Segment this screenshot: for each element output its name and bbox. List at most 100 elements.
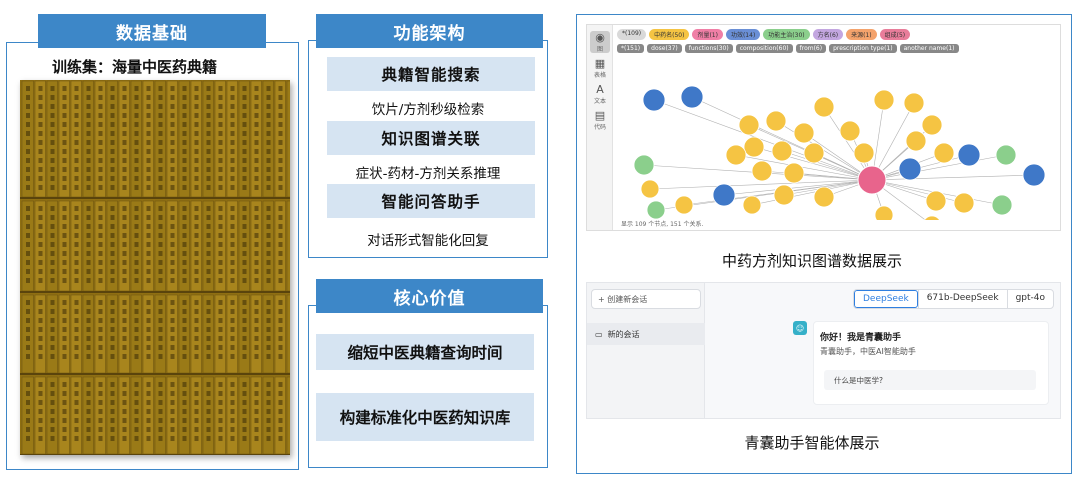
- graph-node[interactable]: [743, 136, 765, 158]
- spine-glyph: [230, 149, 235, 154]
- label-filter-pill[interactable]: *(109): [617, 29, 647, 40]
- spine-glyph: [50, 86, 55, 91]
- label-filter-pill[interactable]: 中药名(50): [649, 29, 690, 40]
- spine-glyph: [50, 382, 55, 387]
- label-filter-pill[interactable]: 来源(1): [846, 29, 877, 40]
- conversation-item[interactable]: ▭ 新的会话: [587, 323, 705, 345]
- spine-glyph: [170, 140, 175, 145]
- spine-glyph: [278, 391, 283, 396]
- text-view-button[interactable]: A 文本: [590, 83, 610, 105]
- spine-glyph: [254, 140, 259, 145]
- spine-glyph: [62, 215, 67, 220]
- new-chat-button[interactable]: + 创建新会话: [591, 289, 701, 309]
- graph-node[interactable]: [674, 195, 694, 215]
- relationship-filter-pill[interactable]: *(151): [617, 44, 645, 53]
- graph-node[interactable]: [765, 110, 787, 132]
- spine-glyph: [278, 122, 283, 127]
- spine-glyph: [170, 86, 175, 91]
- model-tab-deepseek[interactable]: DeepSeek: [853, 290, 918, 308]
- label-filter-pill[interactable]: 剂量(1): [692, 29, 723, 40]
- model-tab-gpt-4o[interactable]: gpt-4o: [1006, 290, 1053, 308]
- spine-glyph: [62, 318, 67, 323]
- spine-glyph: [182, 224, 187, 229]
- label-filter-pill[interactable]: 组成(5): [879, 29, 911, 40]
- sample-question[interactable]: 什么是中医学?: [824, 370, 1036, 390]
- graph-node[interactable]: [640, 179, 660, 199]
- graph-node[interactable]: [839, 120, 861, 142]
- graph-node[interactable]: [874, 205, 894, 220]
- spine-glyph: [242, 278, 247, 283]
- graph-node[interactable]: [793, 122, 815, 144]
- label-filter-pill[interactable]: 方名(6): [812, 29, 844, 40]
- graph-node[interactable]: [813, 96, 835, 118]
- relationship-filter-pill[interactable]: from(6): [795, 44, 827, 53]
- spine-glyph: [62, 206, 67, 211]
- spine-glyph: [266, 140, 271, 145]
- spine-glyph: [230, 354, 235, 359]
- book-spine: [142, 376, 154, 455]
- graph-node[interactable]: [957, 143, 981, 167]
- graph-node[interactable]: [738, 114, 760, 136]
- graph-node[interactable]: [783, 162, 805, 184]
- graph-node[interactable]: [953, 192, 975, 214]
- code-view-button[interactable]: ▤ 代码: [590, 109, 610, 131]
- spine-glyph: [62, 176, 67, 181]
- relationship-filter-pill[interactable]: prescription type(1): [829, 44, 897, 53]
- graph-node[interactable]: [995, 144, 1017, 166]
- graph-node[interactable]: [712, 183, 736, 207]
- spine-glyph: [62, 185, 67, 190]
- spine-glyph: [266, 427, 271, 432]
- spine-glyph: [254, 242, 259, 247]
- graph-node[interactable]: [680, 85, 704, 109]
- graph-node[interactable]: [813, 186, 835, 208]
- spine-glyph: [122, 176, 127, 181]
- spine-glyph: [146, 336, 151, 341]
- graph-canvas[interactable]: [614, 55, 1060, 220]
- relationship-filter-pill[interactable]: another name(1): [899, 44, 959, 53]
- spine-glyph: [158, 400, 163, 405]
- spine-glyph: [86, 278, 91, 283]
- spine-glyph: [254, 382, 259, 387]
- spine-glyph: [98, 309, 103, 314]
- graph-node[interactable]: [921, 114, 943, 136]
- graph-node[interactable]: [1022, 163, 1046, 187]
- model-tab-671b-deepseek[interactable]: 671b-DeepSeek: [917, 290, 1007, 308]
- book-spine: [154, 376, 166, 455]
- graph-node[interactable]: [905, 130, 927, 152]
- spine-glyph: [98, 269, 103, 274]
- graph-node[interactable]: [646, 200, 666, 220]
- graph-node[interactable]: [633, 154, 655, 176]
- spine-glyph: [170, 149, 175, 154]
- spine-glyph: [278, 104, 283, 109]
- graph-node[interactable]: [903, 92, 925, 114]
- book-spine: [274, 294, 286, 374]
- spine-glyph: [242, 400, 247, 405]
- graph-node[interactable]: [751, 160, 773, 182]
- graph-node[interactable]: [925, 190, 947, 212]
- relationship-filter-pill[interactable]: functions(30): [684, 44, 733, 53]
- spine-glyph: [254, 309, 259, 314]
- graph-node[interactable]: [771, 140, 793, 162]
- graph-node[interactable]: [933, 142, 955, 164]
- graph-node[interactable]: [742, 195, 762, 215]
- spine-glyph: [278, 251, 283, 256]
- spine-glyph: [146, 418, 151, 423]
- graph-hub-node[interactable]: [857, 165, 887, 195]
- graph-node[interactable]: [898, 157, 922, 181]
- graph-view-button[interactable]: ◉ 图: [590, 31, 610, 53]
- spine-glyph: [218, 104, 223, 109]
- label-filter-pill[interactable]: 功效(14): [725, 29, 761, 40]
- graph-node[interactable]: [873, 89, 895, 111]
- graph-node[interactable]: [642, 88, 666, 112]
- graph-node[interactable]: [803, 142, 825, 164]
- graph-node[interactable]: [853, 142, 875, 164]
- table-view-button[interactable]: ▦ 表格: [590, 57, 610, 79]
- graph-node[interactable]: [725, 144, 747, 166]
- relationship-filter-pill[interactable]: dose(37): [647, 44, 682, 53]
- graph-node[interactable]: [991, 194, 1013, 216]
- label-filter-pill[interactable]: 功能主治(30): [763, 29, 810, 40]
- relationship-filter-pill[interactable]: composition(60): [735, 44, 793, 53]
- graph-node[interactable]: [923, 215, 941, 220]
- spine-glyph: [86, 318, 91, 323]
- graph-node[interactable]: [773, 184, 795, 206]
